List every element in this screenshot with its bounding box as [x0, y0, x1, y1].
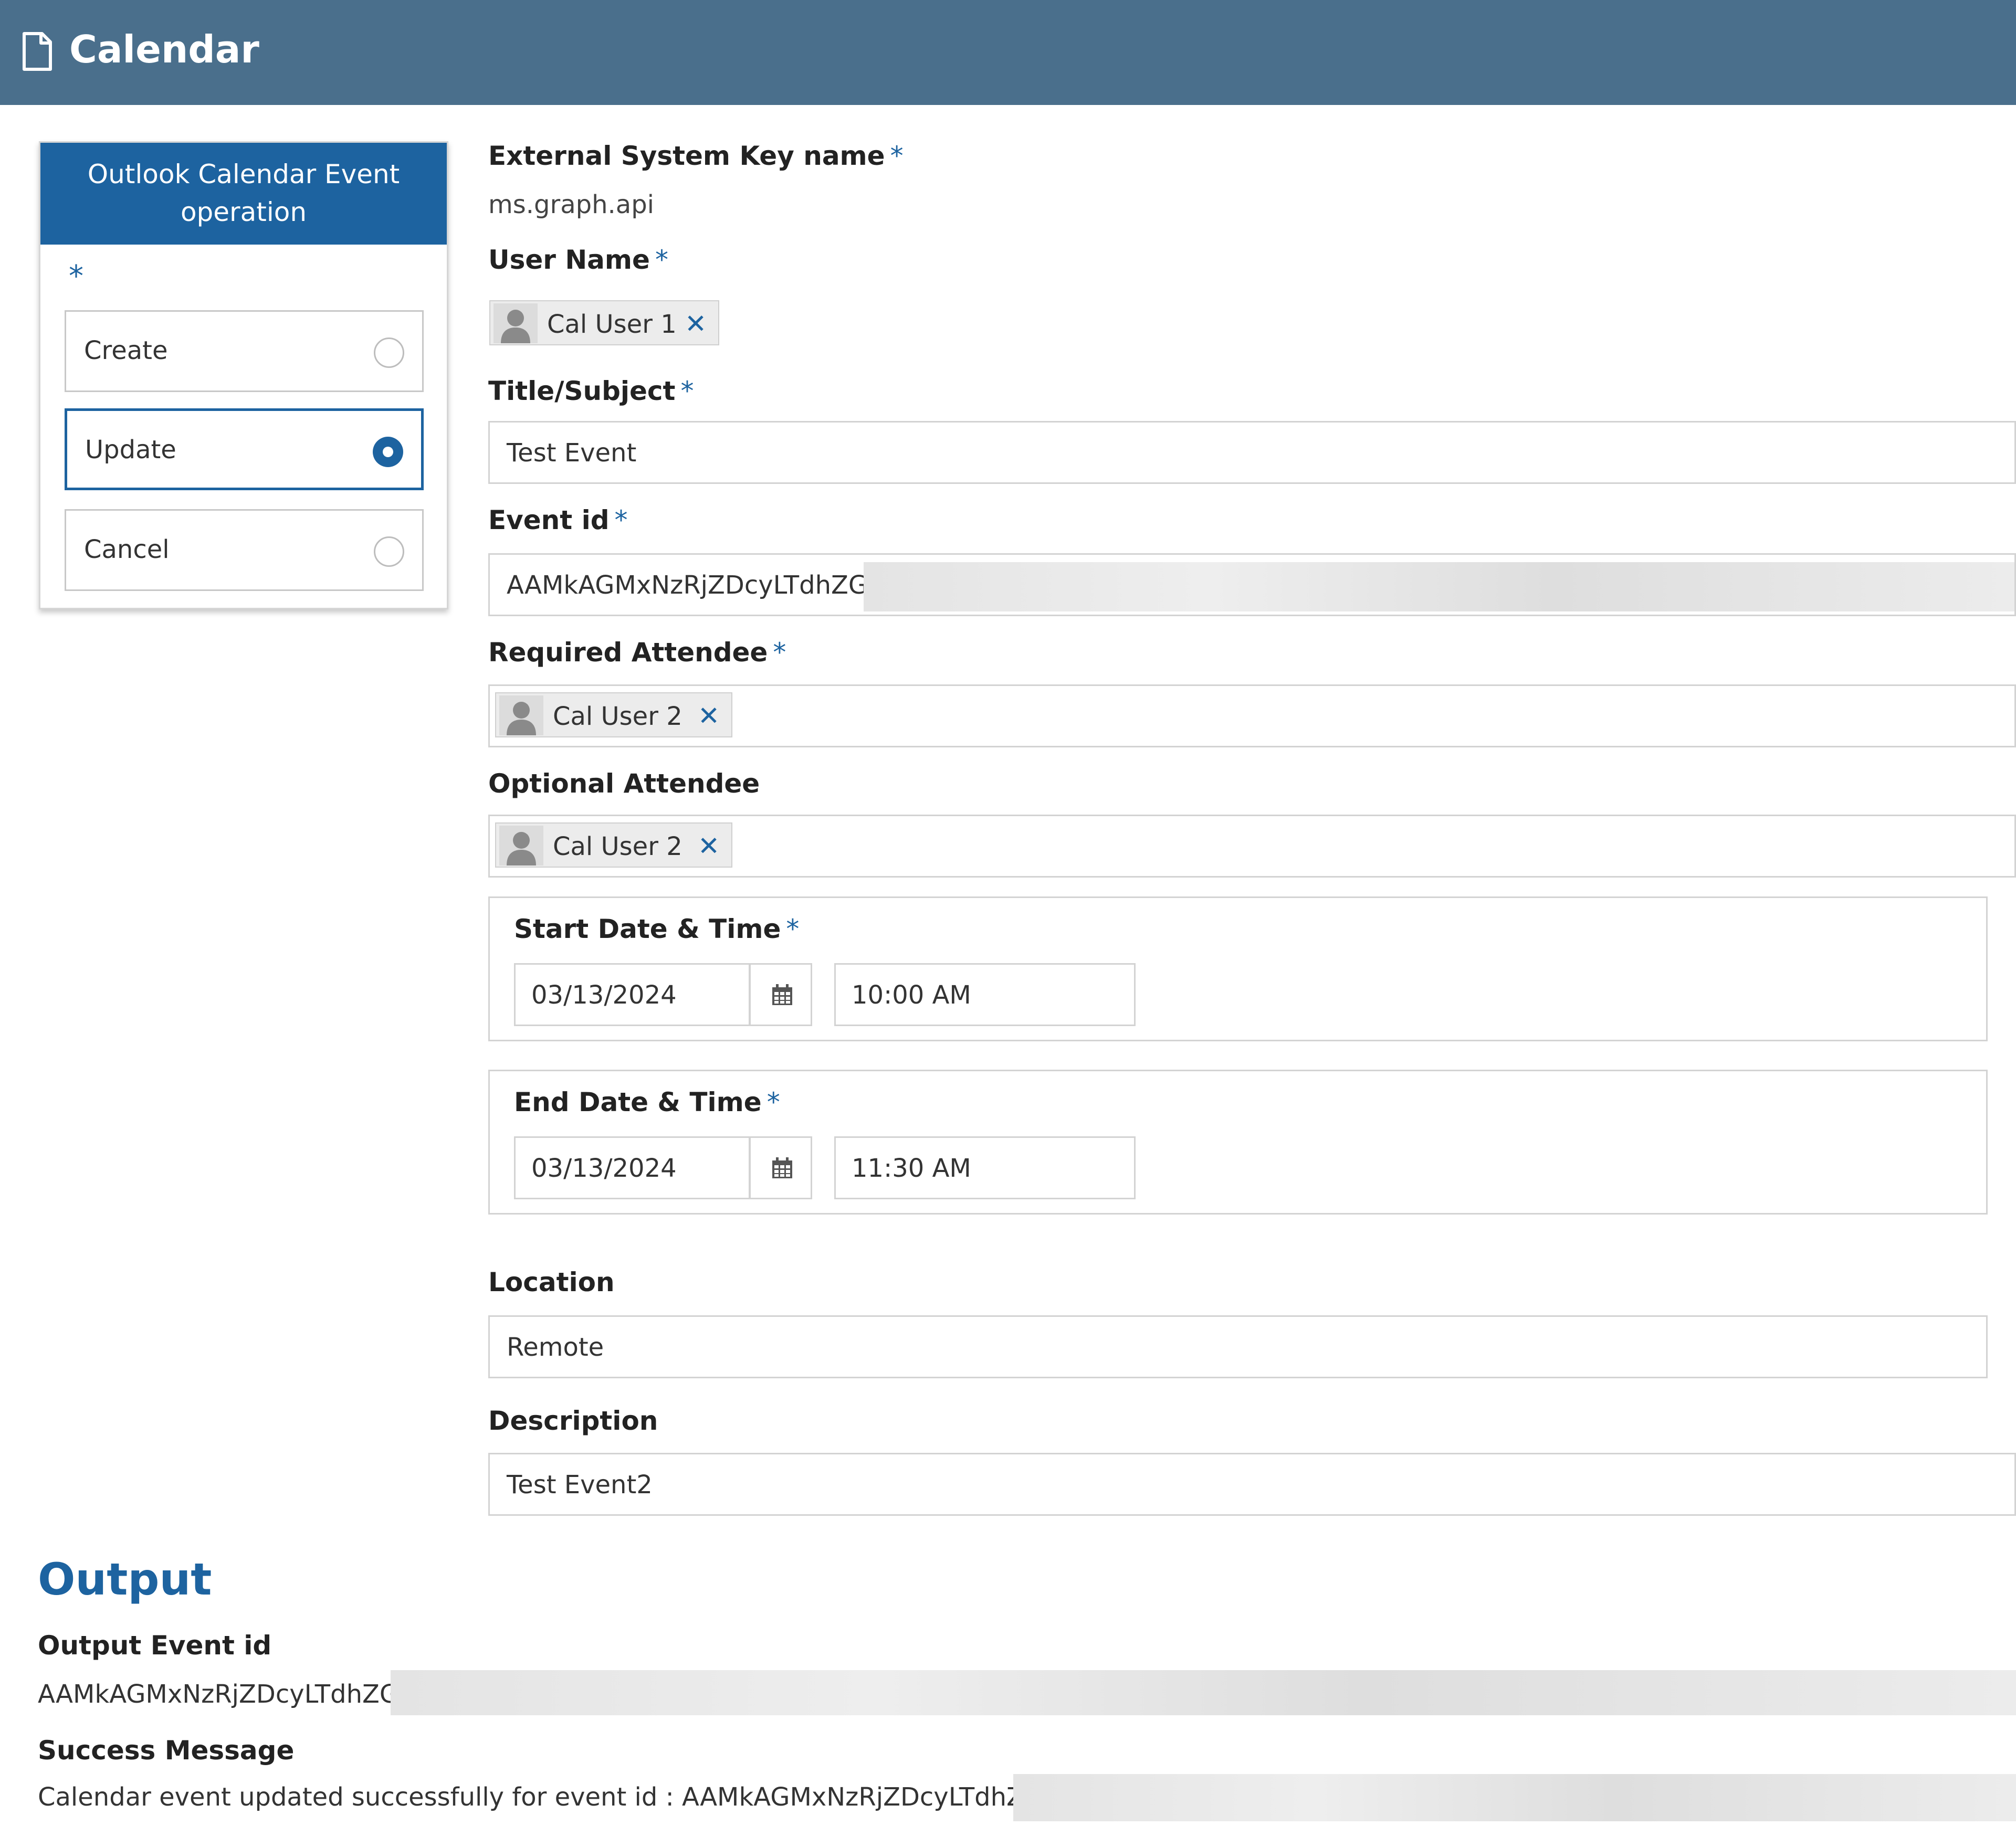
output-event-id-label: Output Event id — [38, 1630, 272, 1661]
calendar-icon — [772, 984, 792, 1005]
title-subject-input[interactable]: Test Event — [488, 421, 2016, 484]
redacted-area — [391, 1670, 2016, 1715]
required-attendee-label: Required Attendee * — [488, 637, 786, 668]
start-datetime-group: Start Date & Time * 03/13/2024 10:00 AM — [488, 896, 1988, 1041]
attendee-chip: Cal User 2 ✕ — [495, 692, 732, 737]
start-datetime-label: Start Date & Time * — [514, 914, 800, 944]
user-chip: Cal User 1 ✕ — [489, 300, 719, 345]
location-input[interactable]: Remote — [488, 1315, 1988, 1378]
operation-option-update[interactable]: Update — [65, 408, 424, 490]
remove-chip-icon[interactable]: ✕ — [698, 831, 720, 861]
redacted-area — [864, 562, 2014, 611]
required-marker: * — [69, 259, 83, 293]
end-date-value: 03/13/2024 — [531, 1154, 677, 1183]
operation-option-label: Create — [84, 336, 168, 365]
end-datetime-label: End Date & Time * — [514, 1087, 780, 1117]
start-time-input[interactable]: 10:00 AM — [834, 963, 1136, 1026]
optional-attendee-label: Optional Attendee — [488, 768, 760, 799]
user-avatar-icon — [499, 695, 543, 735]
remove-chip-icon[interactable]: ✕ — [698, 701, 720, 731]
user-avatar-icon — [494, 303, 538, 343]
calendar-icon — [772, 1157, 792, 1178]
operation-option-label: Update — [85, 435, 176, 465]
radio-checked-icon[interactable] — [373, 437, 403, 467]
end-datetime-group: End Date & Time * 03/13/2024 11:30 AM — [488, 1070, 1988, 1215]
redacted-area — [1013, 1774, 2016, 1821]
attendee-chip: Cal User 2 ✕ — [495, 822, 732, 868]
external-key-label: External System Key name * — [488, 141, 904, 171]
attendee-chip-name: Cal User 2 — [553, 702, 682, 731]
user-avatar-icon — [499, 826, 543, 865]
attendee-chip-name: Cal User 2 — [553, 832, 682, 861]
page-title: Calendar — [69, 27, 259, 71]
description-input[interactable]: Test Event2 — [488, 1453, 2016, 1516]
end-time-value: 11:30 AM — [852, 1154, 971, 1183]
operation-panel: Outlook Calendar Event operation * Creat… — [39, 141, 448, 609]
success-message-value: Calendar event updated successfully for … — [38, 1782, 1044, 1812]
user-chip-name: Cal User 1 — [547, 310, 677, 339]
title-subject-value: Test Event — [507, 438, 637, 468]
description-value: Test Event2 — [507, 1470, 653, 1500]
operation-option-create[interactable]: Create — [65, 310, 424, 392]
user-name-label: User Name * — [488, 245, 668, 275]
operation-option-label: Cancel — [84, 535, 170, 564]
operation-option-cancel[interactable]: Cancel — [65, 509, 424, 591]
start-time-value: 10:00 AM — [852, 980, 971, 1010]
operation-panel-title: Outlook Calendar Event operation — [40, 143, 447, 245]
end-date-input[interactable]: 03/13/2024 — [514, 1136, 750, 1199]
location-label: Location — [488, 1267, 615, 1297]
external-key-value: ms.graph.api — [488, 190, 655, 219]
event-id-input[interactable]: AAMkAGMxNzRjZDcyLTdhZG — [488, 553, 2016, 616]
end-time-input[interactable]: 11:30 AM — [834, 1136, 1136, 1199]
event-id-label: Event id * — [488, 505, 628, 535]
radio-unchecked-icon[interactable] — [374, 536, 404, 567]
start-date-input[interactable]: 03/13/2024 — [514, 963, 750, 1026]
output-event-id-value: AAMkAGMxNzRjZDcyLTdhZG — [38, 1680, 400, 1709]
radio-unchecked-icon[interactable] — [374, 337, 404, 368]
description-label: Description — [488, 1406, 658, 1436]
success-message-label: Success Message — [38, 1735, 295, 1766]
title-subject-label: Title/Subject * — [488, 376, 694, 406]
location-value: Remote — [507, 1333, 604, 1362]
output-heading: Output — [38, 1554, 212, 1605]
app-header: Calendar — [0, 0, 2016, 105]
required-attendee-input[interactable]: Cal User 2 ✕ — [488, 684, 2016, 747]
start-date-value: 03/13/2024 — [531, 980, 677, 1010]
event-id-value: AAMkAGMxNzRjZDcyLTdhZG — [507, 571, 868, 600]
end-calendar-button[interactable] — [749, 1136, 812, 1199]
document-icon — [23, 32, 52, 71]
optional-attendee-input[interactable]: Cal User 2 ✕ — [488, 815, 2016, 878]
start-calendar-button[interactable] — [749, 963, 812, 1026]
remove-chip-icon[interactable]: ✕ — [685, 309, 707, 339]
